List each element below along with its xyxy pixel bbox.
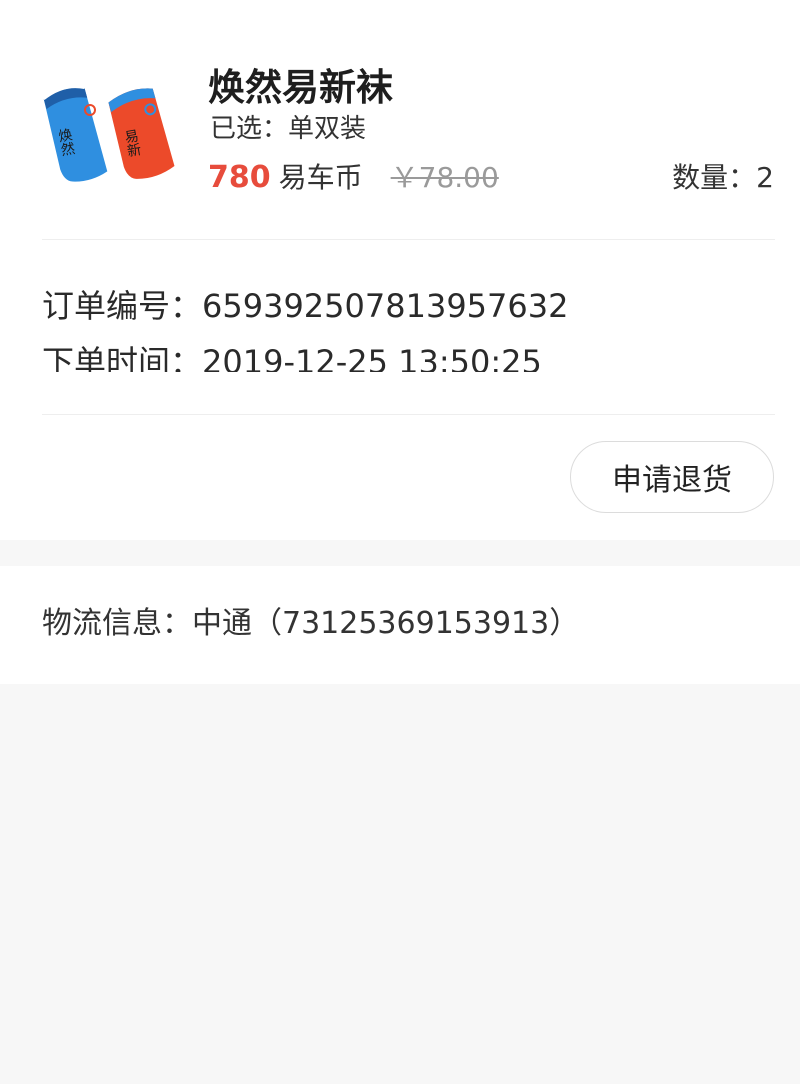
original-price: ￥78.00: [390, 161, 499, 194]
price-unit: 易车币: [278, 161, 363, 194]
order-time: 下单时间：2019-12-25 13:50:25: [42, 343, 542, 372]
logistics-panel: 物流信息：中通（73125369153913）: [0, 566, 800, 684]
product-title: 焕然易新袜: [208, 66, 393, 109]
product-image: 焕然 易新: [43, 86, 175, 182]
divider: [42, 239, 775, 240]
logistics-info: 物流信息：中通（73125369153913）: [42, 606, 580, 641]
product-variant: 已选：单双装: [210, 114, 367, 144]
order-info: 订单编号：659392507813957632 下单时间：2019-12-25 …: [0, 272, 800, 372]
request-return-button[interactable]: 申请退货: [570, 441, 774, 513]
order-number: 订单编号：659392507813957632: [42, 287, 569, 325]
product-quantity: 数量：2: [672, 161, 774, 194]
divider: [42, 414, 775, 415]
product-price: 780 易车币 ￥78.00: [208, 158, 499, 198]
order-card: 焕然 易新 焕然易新袜 已选：单双装 780 易车币 ￥78.00 数量：2 订单编…: [0, 0, 800, 540]
price-amount: 780: [208, 160, 271, 195]
